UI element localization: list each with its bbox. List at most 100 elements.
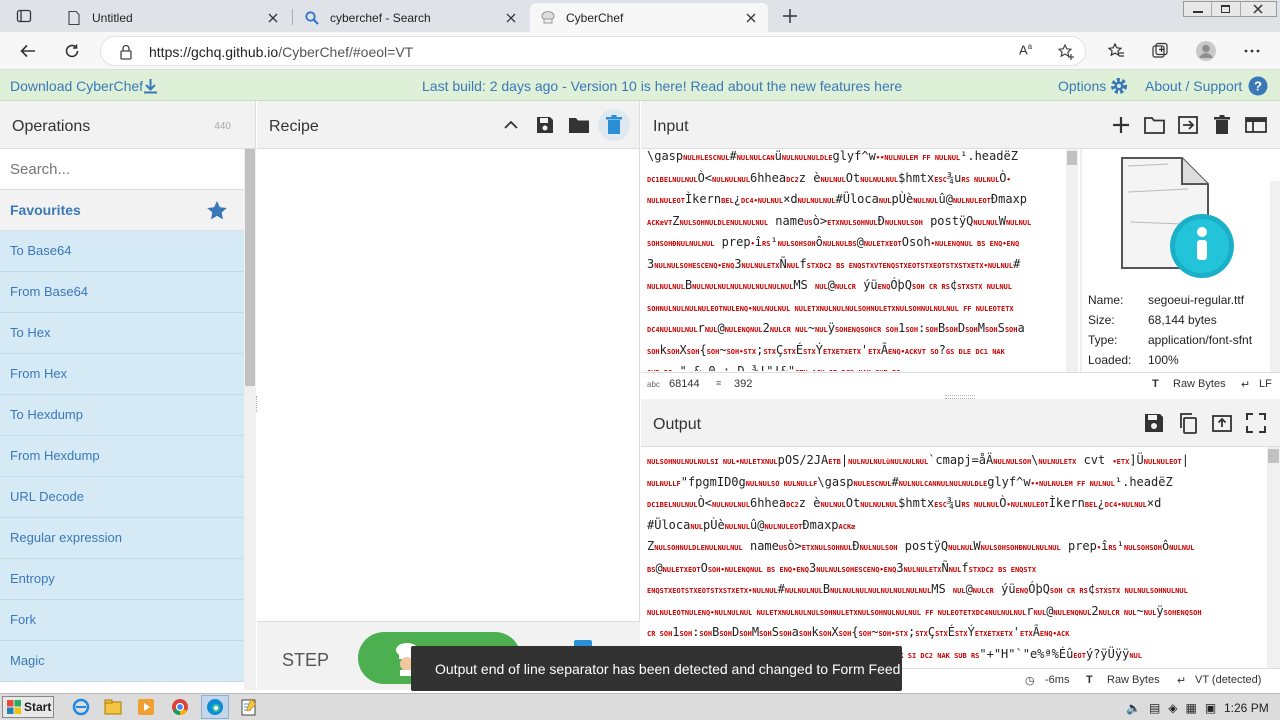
tray-icon-2[interactable]: ▣	[1205, 701, 1216, 715]
tray-icon[interactable]: ▦	[1186, 701, 1197, 715]
output-encoding[interactable]: Raw Bytes	[1107, 674, 1160, 686]
chrome-icon[interactable]	[171, 698, 189, 716]
read-aloud-icon[interactable]: Aa	[1019, 42, 1032, 57]
trash-icon[interactable]	[1210, 113, 1234, 137]
download-icon[interactable]	[143, 78, 158, 94]
profile-avatar[interactable]	[1194, 39, 1218, 63]
operations-scrollbar[interactable]	[244, 149, 256, 690]
lock-icon[interactable]	[119, 44, 133, 60]
page-icon	[68, 10, 80, 25]
save-icon[interactable]	[535, 115, 555, 135]
search-icon	[305, 10, 319, 25]
operation-item[interactable]: Regular expression	[0, 518, 244, 559]
tab-label: CyberChef	[566, 10, 624, 25]
operation-label: Regular expression	[10, 530, 123, 545]
security-icon[interactable]: ◈	[1168, 701, 1177, 715]
tab-untitled[interactable]: Untitled	[56, 3, 290, 32]
close-icon[interactable]	[266, 11, 280, 25]
download-cyberchef-link[interactable]: Download CyberChef	[10, 78, 143, 94]
about-support-link[interactable]: About / Support	[1145, 78, 1242, 94]
windows-logo-icon	[7, 700, 21, 714]
maximize-output-icon[interactable]	[1244, 411, 1268, 435]
operation-item[interactable]: URL Decode	[0, 477, 244, 518]
start-label: Start	[24, 700, 52, 714]
eol-icon[interactable]: ↵	[1177, 674, 1186, 687]
refresh-icon[interactable]	[60, 39, 84, 63]
system-tray: 🔈 ▤ ◈ ▦ ▣	[1126, 700, 1218, 716]
network-icon[interactable]: ▤	[1149, 701, 1160, 715]
input-eol[interactable]: LF	[1259, 378, 1272, 390]
tab-cyberchef[interactable]: CyberChef	[530, 3, 768, 32]
options-link[interactable]: Options	[1058, 78, 1106, 94]
layout-icon[interactable]	[1244, 113, 1268, 137]
operation-item[interactable]: To Hexdump	[0, 395, 244, 436]
operation-item[interactable]: Fork	[0, 600, 244, 641]
add-input-icon[interactable]	[1109, 113, 1133, 137]
start-button[interactable]: Start	[2, 696, 54, 718]
tab-actions-icon[interactable]	[12, 4, 36, 28]
minimize-icon[interactable]	[1184, 2, 1213, 16]
help-icon[interactable]: ?	[1248, 76, 1268, 96]
text-encoding-icon[interactable]: T	[1152, 378, 1159, 390]
chevron-up-icon[interactable]	[502, 116, 520, 134]
maximize-icon[interactable]	[1212, 2, 1241, 16]
replace-input-icon[interactable]	[1210, 411, 1234, 435]
input-title: Input	[653, 118, 689, 135]
operation-item[interactable]: From Base64	[0, 272, 244, 313]
build-notice-link[interactable]: Last build: 2 days ago - Version 10 is h…	[422, 78, 902, 94]
address-bar[interactable]: https://gchq.github.io/CyberChef/#oeol=V…	[100, 36, 1086, 66]
output-eol[interactable]: VT (detected)	[1195, 674, 1261, 686]
file-name: segoeui-regular.ttf	[1148, 293, 1245, 307]
operation-label: To Base64	[10, 243, 72, 258]
window-close-icon[interactable]	[1241, 2, 1276, 16]
media-player-icon[interactable]	[137, 698, 155, 716]
clock-icon: ◷	[1025, 675, 1035, 687]
file-icon	[1121, 157, 1234, 278]
input-textarea[interactable]: \gaspNULHLESCNUL#NULNULCANüNULNULNULDLEg…	[647, 147, 1061, 371]
save-icon[interactable]	[1142, 411, 1166, 435]
more-options-icon[interactable]	[1240, 39, 1264, 63]
file-explorer-icon[interactable]	[104, 698, 122, 716]
operation-item[interactable]: Entropy	[0, 559, 244, 600]
text-encoding-icon[interactable]: T	[1086, 674, 1093, 686]
step-button[interactable]: STEP	[282, 650, 329, 671]
recipe-title: Recipe	[269, 118, 319, 135]
edge-icon	[207, 699, 223, 715]
tab-cyberchef-search[interactable]: cyberchef - Search	[294, 3, 528, 32]
favorites-icon[interactable]	[1104, 39, 1128, 63]
toast-message: Output end of line separator has been de…	[435, 661, 901, 677]
close-icon[interactable]	[504, 11, 518, 25]
output-scrollbar[interactable]	[1267, 447, 1280, 669]
volume-icon[interactable]: 🔈	[1126, 701, 1141, 715]
folder-icon[interactable]	[568, 115, 590, 135]
edge-taskbar-button[interactable]	[201, 695, 229, 719]
operation-item[interactable]: To Base64	[0, 231, 244, 272]
input-encoding[interactable]: Raw Bytes	[1173, 378, 1226, 390]
new-tab-icon[interactable]	[778, 4, 802, 28]
search-input[interactable]	[0, 149, 243, 189]
open-folder-icon[interactable]	[1143, 113, 1167, 137]
star-icon	[207, 201, 227, 220]
input-scrollbar[interactable]	[1066, 149, 1078, 373]
copy-icon[interactable]	[1176, 411, 1200, 435]
gear-icon[interactable]	[1109, 76, 1129, 96]
operation-label: From Base64	[10, 284, 89, 299]
open-file-icon[interactable]	[1176, 113, 1200, 137]
eol-icon[interactable]: ↵	[1241, 378, 1250, 391]
operation-label: Fork	[10, 612, 36, 627]
output-textarea[interactable]: NULSOHNULNULNULSI NUL•NULETXNULpOS/2JAET…	[647, 451, 1269, 665]
operation-item[interactable]: From Hexdump	[0, 436, 244, 477]
back-icon[interactable]	[16, 39, 40, 63]
notepad-icon[interactable]	[240, 698, 258, 716]
close-icon[interactable]	[744, 11, 758, 25]
favourites-category[interactable]: Favourites	[0, 190, 244, 231]
collections-icon[interactable]	[1148, 39, 1172, 63]
operation-item[interactable]: From Hex	[0, 354, 244, 395]
operation-item[interactable]: To Hex	[0, 313, 244, 354]
url-host: https://gchq.github.io	[149, 44, 279, 60]
operation-label: To Hex	[10, 325, 51, 340]
clear-recipe-button[interactable]	[598, 109, 630, 141]
operation-item[interactable]: Magic	[0, 641, 244, 682]
internet-explorer-icon[interactable]	[72, 698, 90, 716]
add-favorite-icon[interactable]	[1057, 43, 1075, 61]
